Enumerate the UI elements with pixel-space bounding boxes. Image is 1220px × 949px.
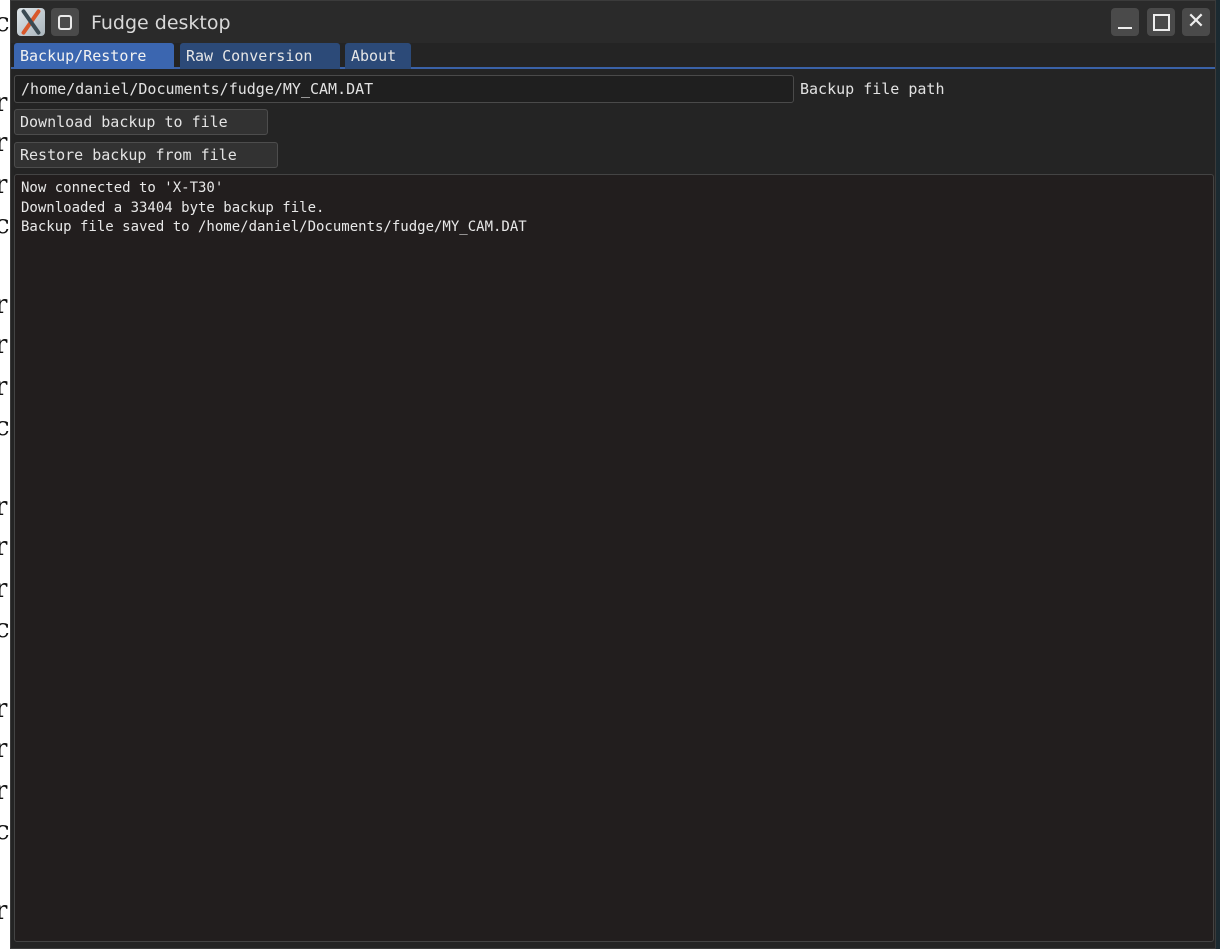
minimize-icon[interactable] bbox=[1111, 8, 1139, 36]
background-glyph: r bbox=[0, 734, 8, 764]
tab-backup-restore[interactable]: Backup/Restore bbox=[14, 43, 174, 69]
background-glyph: r bbox=[0, 372, 8, 402]
tab-bar: Backup/Restore Raw Conversion About bbox=[11, 43, 1215, 69]
log-line: Backup file saved to /home/daniel/Docume… bbox=[21, 219, 527, 235]
app-window: Fudge desktop ✕ Backup/Restore Raw Conve… bbox=[10, 0, 1216, 949]
background-glyph: c bbox=[0, 412, 10, 442]
keep-above-icon[interactable] bbox=[51, 8, 79, 36]
fudge-app-icon[interactable] bbox=[17, 8, 45, 36]
title-bar[interactable]: Fudge desktop ✕ bbox=[11, 1, 1215, 43]
log-line: Downloaded a 33404 byte backup file. bbox=[21, 199, 325, 216]
background-glyph: c bbox=[0, 816, 10, 846]
background-terminal: c r r r c r r r c r r r c r r r c r bbox=[0, 0, 10, 949]
background-glyph: r bbox=[0, 330, 8, 360]
download-backup-button[interactable]: Download backup to file bbox=[14, 109, 268, 135]
background-glyph: r bbox=[0, 128, 8, 158]
window-title: Fudge desktop bbox=[91, 12, 231, 34]
background-glyph: r bbox=[0, 492, 8, 522]
background-glyph: r bbox=[0, 532, 8, 562]
tab-raw-conversion[interactable]: Raw Conversion bbox=[180, 43, 340, 69]
close-icon[interactable]: ✕ bbox=[1182, 8, 1210, 36]
restore-backup-button[interactable]: Restore backup from file bbox=[14, 142, 278, 168]
tab-about[interactable]: About bbox=[345, 43, 411, 69]
background-glyph: r bbox=[0, 88, 8, 118]
background-glyph: c bbox=[0, 8, 10, 38]
background-glyph: c bbox=[0, 614, 10, 644]
background-glyph: r bbox=[0, 170, 8, 200]
log-output[interactable]: Now connected to 'X-T30' Downloaded a 33… bbox=[14, 174, 1214, 942]
maximize-icon[interactable] bbox=[1147, 8, 1175, 36]
background-glyph: r bbox=[0, 694, 8, 724]
log-line: Now connected to 'X-T30' bbox=[21, 180, 224, 196]
background-glyph: r bbox=[0, 574, 8, 604]
background-glyph: r bbox=[0, 776, 8, 806]
background-glyph: c bbox=[0, 210, 10, 240]
backup-path-label: Backup file path bbox=[800, 80, 945, 98]
backup-path-input[interactable] bbox=[14, 75, 794, 103]
background-glyph: r bbox=[0, 290, 8, 320]
background-glyph: r bbox=[0, 896, 8, 926]
